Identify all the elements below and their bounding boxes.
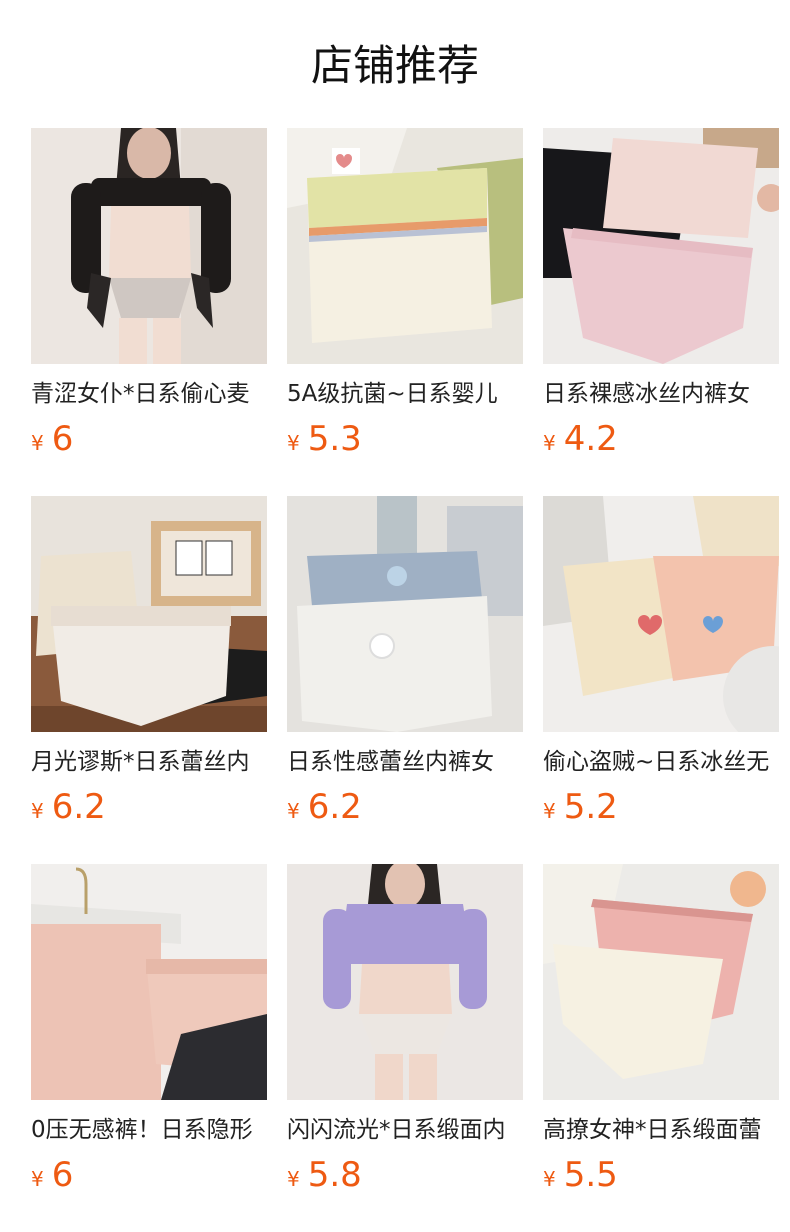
product-image[interactable] <box>543 128 779 364</box>
product-title: 偷心盗贼~日系冰丝无 <box>543 749 770 775</box>
price-value: 5.2 <box>563 787 618 827</box>
product-price: ¥6.2 <box>31 786 267 828</box>
product-image[interactable] <box>31 128 267 364</box>
currency-symbol: ¥ <box>287 799 300 823</box>
price-value: 5.5 <box>563 1155 618 1195</box>
price-value: 5.8 <box>307 1155 362 1195</box>
product-card[interactable]: 闪闪流光*日系缎面内 ¥5.8 <box>287 864 523 1232</box>
product-card[interactable]: 5A级抗菌~日系婴儿 ¥5.3 <box>287 128 523 496</box>
product-card[interactable]: 月光谬斯*日系蕾丝内 ¥6.2 <box>31 496 267 864</box>
product-price: ¥5.5 <box>543 1154 779 1196</box>
price-value: 4.2 <box>563 419 618 459</box>
currency-symbol: ¥ <box>31 1167 44 1191</box>
price-value: 6 <box>51 1155 74 1195</box>
product-image[interactable] <box>543 864 779 1100</box>
product-card[interactable]: 青涩女仆*日系偷心麦 ¥6 <box>31 128 267 496</box>
product-image[interactable] <box>287 496 523 732</box>
page-title: 店铺推荐 <box>310 41 479 90</box>
currency-symbol: ¥ <box>543 1167 556 1191</box>
currency-symbol: ¥ <box>543 431 556 455</box>
product-title: 高撩女神*日系缎面蕾 <box>543 1117 762 1143</box>
product-title: 月光谬斯*日系蕾丝内 <box>31 749 250 775</box>
product-title: 5A级抗菌~日系婴儿 <box>287 381 498 407</box>
product-title: 青涩女仆*日系偷心麦 <box>31 381 250 407</box>
product-grid: 青涩女仆*日系偷心麦 ¥6 5A级抗菌~日系婴儿 ¥ 5.3 日系裸感冰丝内裤女… <box>31 128 779 1232</box>
price-value: 6.2 <box>307 787 362 827</box>
product-title: 闪闪流光*日系缎面内 <box>287 1117 506 1143</box>
price-value: 6 <box>51 419 74 459</box>
product-price: ¥5.8 <box>287 1154 523 1196</box>
currency-symbol: ¥ <box>287 431 300 455</box>
shop-recommend-page: 店铺推荐 青涩女仆*日系偷心麦 ¥ 6 5A级抗菌~日系婴儿 ¥ 5.3 日系裸… <box>0 0 790 1232</box>
price-value: 6.2 <box>51 787 106 827</box>
product-price: ¥5.2 <box>543 786 779 828</box>
product-image[interactable] <box>287 864 523 1100</box>
currency-symbol: ¥ <box>31 431 44 455</box>
product-price: ¥4.2 <box>543 418 779 460</box>
currency-symbol: ¥ <box>543 799 556 823</box>
product-price: ¥6 <box>31 418 267 460</box>
product-card[interactable]: 日系性感蕾丝内裤女 ¥6.2 <box>287 496 523 864</box>
product-price: ¥5.3 <box>287 418 523 460</box>
currency-symbol: ¥ <box>31 799 44 823</box>
price-value: 5.3 <box>307 419 362 459</box>
product-card[interactable]: 0压无感裤！日系隐形 ¥6 <box>31 864 267 1232</box>
product-image[interactable] <box>287 128 523 364</box>
product-card[interactable]: 偷心盗贼~日系冰丝无 ¥5.2 <box>543 496 779 864</box>
product-image[interactable] <box>31 496 267 732</box>
product-title: 0压无感裤！日系隐形 <box>31 1117 253 1143</box>
product-card[interactable]: 高撩女神*日系缎面蕾 ¥5.5 <box>543 864 779 1232</box>
product-price: ¥6.2 <box>287 786 523 828</box>
currency-symbol: ¥ <box>287 1167 300 1191</box>
product-price: ¥6 <box>31 1154 267 1196</box>
product-title: 日系性感蕾丝内裤女 <box>287 749 494 775</box>
product-title: 日系裸感冰丝内裤女 <box>543 381 750 407</box>
product-image[interactable] <box>543 496 779 732</box>
product-image[interactable] <box>31 864 267 1100</box>
product-card[interactable]: 日系裸感冰丝内裤女 ¥4.2 <box>543 128 779 496</box>
